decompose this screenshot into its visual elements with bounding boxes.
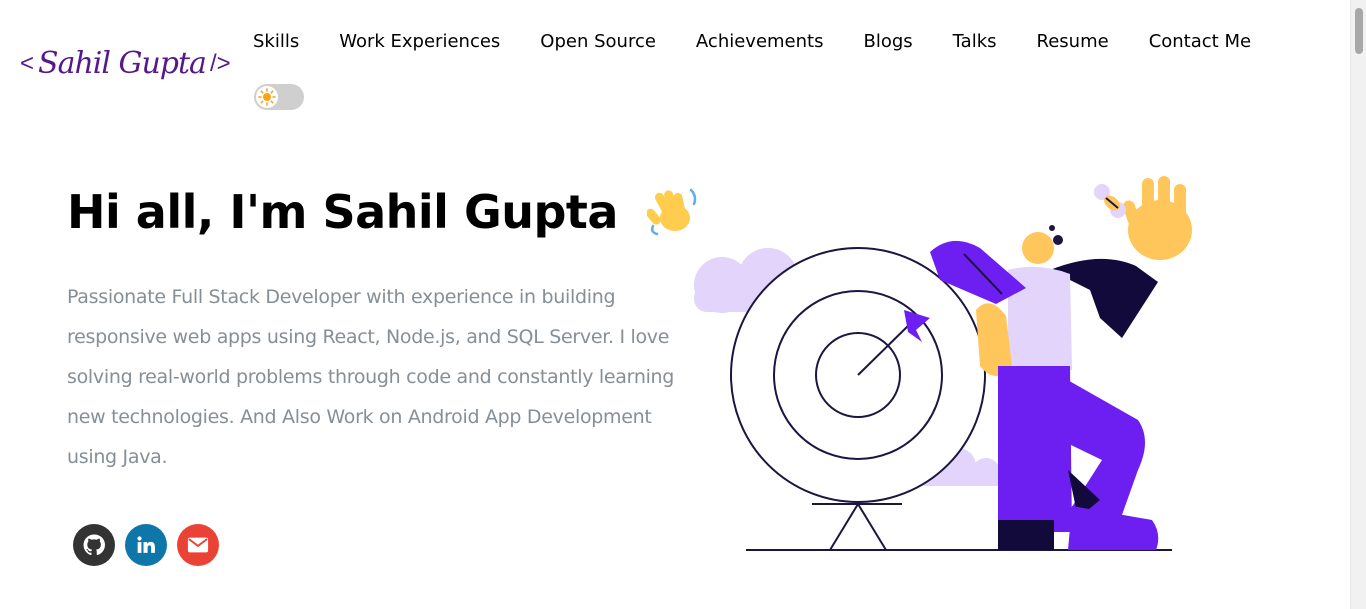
github-icon	[83, 534, 105, 556]
github-button[interactable]	[73, 524, 115, 566]
logo-open-bracket: <	[20, 49, 35, 77]
nav-skills[interactable]: Skills	[233, 28, 319, 56]
scrollbar-thumb[interactable]	[1355, 8, 1363, 54]
toggle-knob	[256, 86, 278, 108]
social-links	[73, 524, 219, 566]
theme-toggle[interactable]	[254, 84, 304, 110]
hero-subtitle: Passionate Full Stack Developer with exp…	[67, 286, 675, 468]
nav-achievements[interactable]: Achievements	[676, 28, 844, 56]
main-nav: Skills Work Experiences Open Source Achi…	[233, 28, 1271, 56]
nav-blogs[interactable]: Blogs	[843, 28, 932, 56]
greeting-text: Hi all, I'm Sahil Gupta	[67, 185, 618, 239]
mail-button[interactable]	[177, 524, 219, 566]
nav-contact-me[interactable]: Contact Me	[1129, 28, 1271, 56]
hero-greeting: Hi all, I'm Sahil Gupta	[67, 184, 699, 247]
mail-icon	[187, 537, 209, 553]
bee-icon	[1094, 184, 1126, 218]
linkedin-button[interactable]	[125, 524, 167, 566]
logo-close-bracket: />	[209, 49, 231, 77]
nav-talks[interactable]: Talks	[933, 28, 1017, 56]
sun-icon	[258, 88, 276, 106]
header: < Sahil Gupta /> Skills Work Experiences…	[0, 0, 1350, 130]
linkedin-icon	[137, 536, 155, 553]
scrollbar[interactable]	[1350, 0, 1366, 609]
logo-signature: Sahil Gupta	[38, 46, 207, 81]
hero-illustration	[690, 170, 1210, 564]
nav-work-experiences[interactable]: Work Experiences	[319, 28, 520, 56]
nav-resume[interactable]: Resume	[1017, 28, 1129, 56]
nav-open-source[interactable]: Open Source	[520, 28, 676, 56]
logo[interactable]: < Sahil Gupta />	[20, 46, 231, 81]
